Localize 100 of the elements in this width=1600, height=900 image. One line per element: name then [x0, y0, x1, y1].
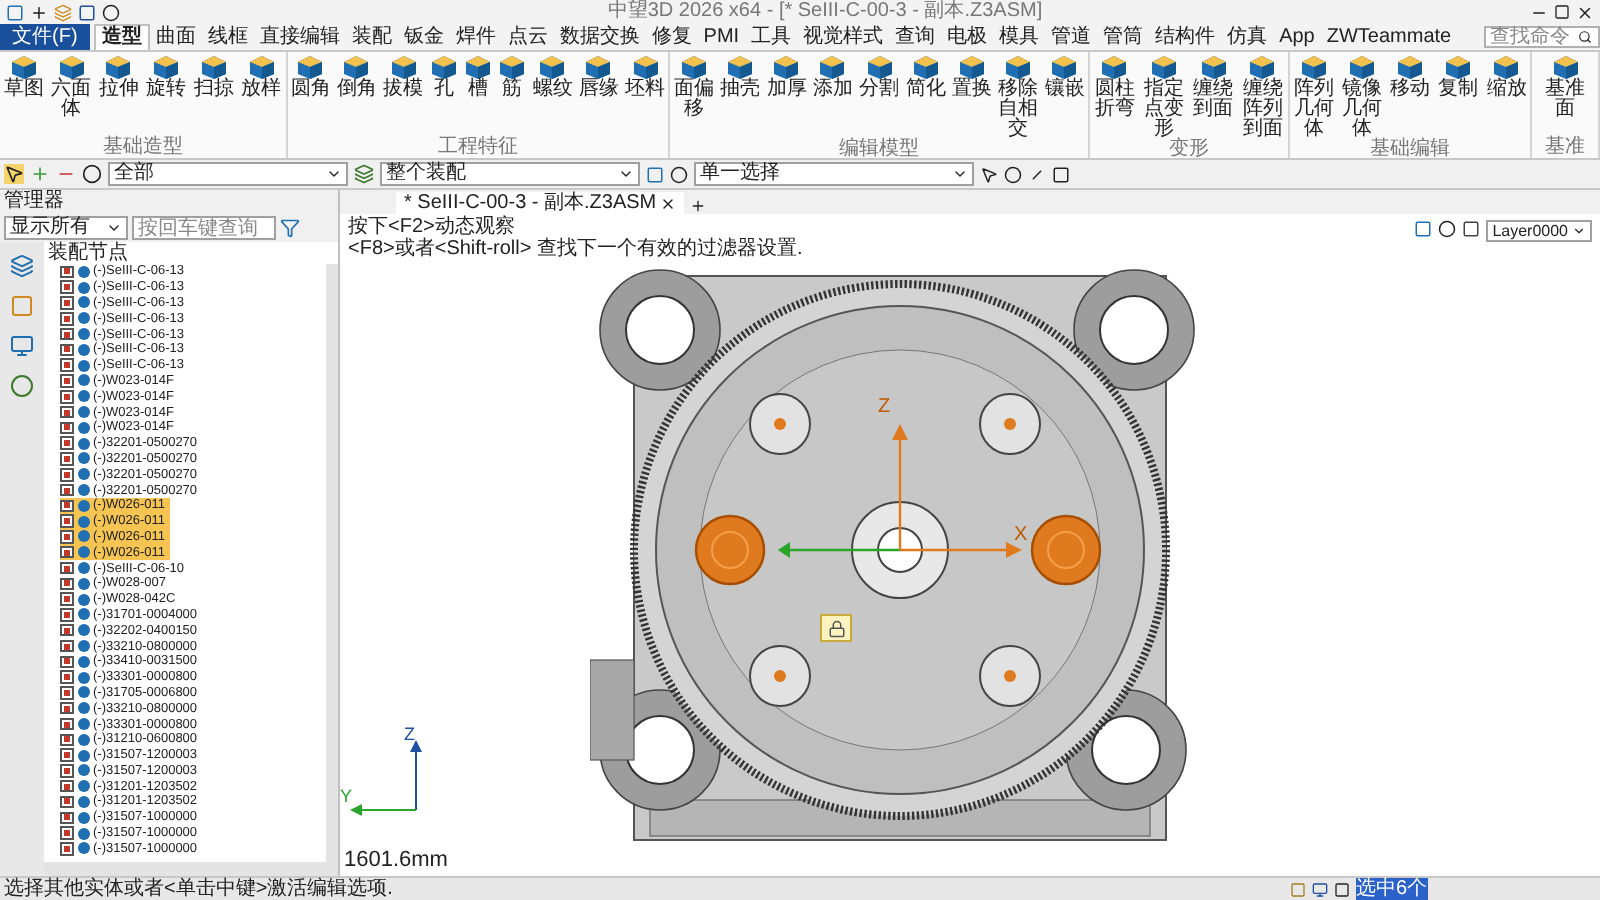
ribbon-button[interactable]: 复制 [1436, 52, 1481, 140]
ribbon-button[interactable]: 加厚 [764, 52, 809, 140]
ribbon-button[interactable]: 放样 [239, 52, 284, 138]
ribbon-button[interactable]: 指定点变形 [1142, 52, 1186, 140]
ribbon-button[interactable]: 分割 [857, 52, 902, 140]
checkbox[interactable] [60, 296, 73, 310]
new-file-icon[interactable] [30, 3, 48, 21]
checkbox[interactable] [60, 748, 73, 762]
pointer-icon[interactable] [4, 164, 24, 184]
menu-tab[interactable]: 数据交换 [553, 24, 646, 50]
checkbox[interactable] [60, 733, 73, 747]
checkbox[interactable] [60, 577, 73, 591]
ribbon-button[interactable]: 槽 [461, 52, 494, 138]
ribbon-button[interactable]: 缠绕到面 [1191, 52, 1236, 140]
menu-tab[interactable]: 钣金 [397, 24, 450, 50]
ribbon-button[interactable]: 简化 [903, 52, 948, 140]
filter-dropdown[interactable]: 全部 [108, 162, 348, 186]
assembly-icon[interactable] [354, 164, 374, 184]
checkbox[interactable] [60, 421, 73, 435]
checkbox[interactable] [60, 312, 73, 326]
layer-dropdown[interactable]: Layer0000 [1486, 220, 1592, 242]
checkbox[interactable] [60, 452, 73, 466]
menu-tab[interactable]: 视觉样式 [797, 24, 890, 50]
ribbon-button[interactable]: 六面体 [49, 52, 94, 138]
menu-tab[interactable]: 焊件 [449, 24, 502, 50]
menu-tab[interactable]: 电极 [941, 24, 994, 50]
close-icon[interactable] [660, 195, 677, 211]
add-tab-icon[interactable] [690, 198, 707, 214]
ribbon-button[interactable]: 草图 [1, 52, 46, 138]
monitor-icon[interactable] [1312, 881, 1328, 897]
circle-icon[interactable] [1438, 220, 1457, 238]
ribbon-button[interactable]: 添加 [810, 52, 855, 140]
ribbon-button[interactable]: 阵列几何体 [1291, 52, 1336, 140]
ribbon-button[interactable]: 镶嵌 [1042, 52, 1087, 140]
checkbox[interactable] [60, 686, 73, 700]
menu-tab[interactable]: 结构件 [1149, 24, 1222, 50]
circle-icon[interactable] [670, 165, 688, 183]
filter-icon[interactable] [280, 218, 300, 238]
ribbon-button[interactable]: 扫掠 [191, 52, 236, 138]
toolbar-icon[interactable] [646, 165, 664, 183]
ribbon-button[interactable]: 移动 [1388, 52, 1432, 140]
checkbox[interactable] [60, 639, 73, 653]
menu-tab[interactable]: 装配 [345, 24, 398, 50]
ribbon-button[interactable]: 拉伸 [96, 52, 141, 138]
menu-tab[interactable]: 工具 [745, 24, 798, 50]
ribbon-button[interactable]: 面偏移 [671, 52, 716, 140]
ribbon-button[interactable]: 拔模 [381, 52, 426, 138]
checkbox[interactable] [60, 701, 73, 715]
checkbox[interactable] [60, 483, 73, 497]
ribbon-button[interactable]: 孔 [427, 52, 460, 138]
menu-tab[interactable]: PMI [697, 24, 746, 50]
checkbox[interactable] [60, 530, 73, 544]
menu-tab[interactable]: 模具 [993, 24, 1046, 50]
menu-tab[interactable]: 仿真 [1221, 24, 1274, 50]
checkbox[interactable] [60, 436, 73, 450]
scope-dropdown[interactable]: 整个装配 [380, 162, 640, 186]
checkbox[interactable] [60, 608, 73, 622]
maximize-icon[interactable] [1554, 4, 1570, 20]
menu-tab[interactable]: 曲面 [149, 24, 202, 50]
checkbox[interactable] [60, 592, 73, 606]
ribbon-button[interactable]: 基准面 [1543, 52, 1588, 138]
menu-tab[interactable]: 造型 [93, 24, 150, 50]
ribbon-button[interactable]: 筋 [496, 52, 529, 138]
search-field[interactable]: 查找命令 [1484, 26, 1600, 48]
horizontal-scrollbar[interactable] [44, 862, 338, 876]
close-icon[interactable] [1576, 3, 1594, 21]
checkbox[interactable] [60, 545, 73, 559]
checkbox[interactable] [60, 764, 73, 778]
checkbox[interactable] [60, 670, 73, 684]
ribbon-button[interactable]: 坯料 [623, 52, 668, 138]
checkbox[interactable] [60, 358, 73, 372]
ribbon-button[interactable]: 螺纹 [530, 52, 575, 138]
ribbon-button[interactable]: 唇缘 [576, 52, 621, 138]
document-tab[interactable]: * SeIII-C-00-3 - 副本.Z3ASM [396, 192, 685, 214]
checkbox[interactable] [60, 374, 73, 388]
square-icon[interactable] [1052, 165, 1070, 183]
checkbox[interactable] [60, 795, 73, 809]
checkbox[interactable] [60, 623, 73, 637]
menu-tab[interactable]: 管道 [1045, 24, 1098, 50]
pointer-icon[interactable] [980, 165, 998, 183]
checkbox[interactable] [60, 561, 73, 575]
assembly-tree-icon[interactable] [10, 254, 34, 278]
menu-tab[interactable]: 查询 [889, 24, 942, 50]
checkbox[interactable] [60, 655, 73, 669]
checkbox[interactable] [60, 390, 73, 404]
circle-icon[interactable] [102, 3, 120, 21]
ribbon-button[interactable]: 置换 [949, 52, 994, 140]
menu-tab[interactable]: 线框 [201, 24, 254, 50]
checkbox[interactable] [60, 811, 73, 825]
checkbox[interactable] [60, 265, 73, 279]
menu-tab[interactable]: 点云 [501, 24, 554, 50]
menu-tab[interactable]: App [1273, 24, 1321, 50]
scrollbar[interactable] [326, 264, 338, 862]
ribbon-button[interactable]: 移除自相交 [996, 52, 1041, 140]
panel-icon[interactable] [1334, 881, 1350, 897]
checkbox[interactable] [60, 343, 73, 357]
menu-tab[interactable]: 修复 [645, 24, 698, 50]
circle-icon[interactable] [1004, 165, 1022, 183]
menu-tab[interactable]: ZWTeammate [1320, 24, 1458, 50]
menu-tab[interactable]: 文件(F) [0, 24, 90, 50]
